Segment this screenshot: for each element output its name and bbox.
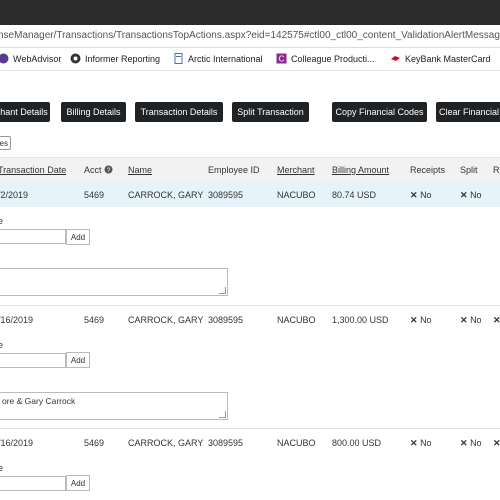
code-input[interactable] — [0, 353, 66, 368]
table-header: Transaction Date Acct ? Name Employee ID… — [0, 157, 500, 182]
document-icon — [173, 53, 184, 64]
transaction-details-button[interactable]: Transaction Details — [135, 102, 223, 122]
cell-split: ✕ No — [460, 438, 482, 449]
split-value: No — [470, 438, 482, 448]
header-split: Split — [460, 165, 478, 175]
svg-text:?: ? — [107, 167, 111, 174]
bookmark-webadvisor[interactable]: WebAdvisor — [0, 53, 61, 64]
add-button[interactable]: Add — [66, 229, 90, 245]
bookmark-label: KeyBank MasterCard — [405, 53, 491, 64]
cell-name: CARROCK, GARY — [128, 438, 204, 448]
cell-acct: 5469 — [84, 438, 105, 448]
cell-acct: 5469 — [84, 315, 105, 325]
merchant-details-button[interactable]: hant Details — [0, 102, 50, 122]
header-transaction-date[interactable]: Transaction Date — [0, 165, 66, 175]
x-icon: ✕ — [460, 190, 468, 200]
header-billing-amount[interactable]: Billing Amount — [332, 165, 389, 175]
bookmark-arctic-international[interactable]: Arctic International — [173, 53, 263, 64]
cell-receipts: ✕ No — [410, 190, 432, 201]
header-merchant[interactable]: Merchant — [277, 165, 315, 175]
cell-employee-id: 3089595 — [208, 315, 244, 325]
header-acct: Acct ? — [84, 165, 113, 175]
bookmark-label: Arctic International — [188, 53, 263, 64]
bookmark-label: WebAdvisor — [13, 53, 62, 64]
cell-name: CARROCK, GARY — [128, 190, 204, 200]
header-acct-label: Acct — [84, 165, 102, 175]
cell-date: /16/2019 — [0, 438, 34, 448]
x-icon: ✕ — [493, 438, 500, 448]
add-button[interactable]: Add — [66, 475, 90, 491]
resize-grip-icon[interactable] — [219, 287, 226, 294]
note-textarea[interactable] — [0, 268, 228, 296]
resize-grip-icon[interactable] — [219, 411, 226, 418]
table-row[interactable]: /16/2019 5469 CARROCK, GARY 3089595 NACU… — [0, 429, 500, 455]
copy-financial-codes-button[interactable]: Copy Financial Codes — [332, 102, 427, 122]
address-bar[interactable]: nseManager/Transactions/TransactionsTopA… — [0, 25, 500, 48]
field-label: e — [0, 216, 4, 226]
add-button[interactable]: Add — [66, 352, 90, 368]
note-text: ore & Gary Carrock — [2, 396, 76, 406]
note-textarea[interactable]: ore & Gary Carrock — [0, 392, 228, 420]
clear-financial-button[interactable]: Clear Financial — [436, 102, 500, 122]
receipts-value: No — [420, 438, 432, 448]
header-receipts: Receipts — [410, 165, 446, 175]
help-icon[interactable]: ? — [104, 165, 113, 175]
cell-date: /2/2019 — [0, 190, 29, 200]
cell-name: CARROCK, GARY — [128, 315, 204, 325]
bookmark-label: Colleague Producti... — [291, 53, 375, 64]
billing-details-button[interactable]: Billing Details — [61, 102, 126, 122]
table-row[interactable]: /16/2019 5469 CARROCK, GARY 3089595 NACU… — [0, 306, 500, 332]
code-input[interactable] — [0, 476, 66, 491]
cell-r: ✕ — [493, 438, 500, 449]
cell-split: ✕ No — [460, 315, 482, 326]
cell-amount: 1,300.00 USD — [332, 315, 389, 325]
browser-titlebar — [0, 0, 500, 25]
cell-merchant: NACUBO — [277, 315, 316, 325]
header-r: R — [493, 165, 500, 175]
bookmark-informer-reporting[interactable]: Informer Reporting — [70, 53, 160, 64]
x-icon: ✕ — [460, 438, 468, 448]
receipts-value: No — [420, 190, 432, 200]
svg-text:C: C — [279, 55, 285, 64]
bookmark-label: Informer Reporting — [85, 53, 161, 64]
cell-amount: 800.00 USD — [332, 438, 382, 448]
colleague-icon: C — [276, 53, 287, 64]
x-icon: ✕ — [460, 315, 468, 325]
cell-merchant: NACUBO — [277, 190, 316, 200]
page-size-select[interactable]: es — [0, 136, 11, 150]
code-input[interactable] — [0, 229, 66, 244]
cell-receipts: ✕ No — [410, 438, 432, 449]
bookmark-keybank[interactable]: KeyBank MasterCard — [390, 53, 491, 64]
webadvisor-icon — [0, 53, 9, 64]
field-label: e — [0, 340, 4, 350]
cell-employee-id: 3089595 — [208, 438, 244, 448]
x-icon: ✕ — [410, 190, 418, 200]
cell-split: ✕ No — [460, 190, 482, 201]
cell-receipts: ✕ No — [410, 315, 432, 326]
split-value: No — [470, 190, 482, 200]
x-icon: ✕ — [410, 438, 418, 448]
bookmark-colleague[interactable]: C Colleague Producti... — [276, 53, 375, 64]
cell-acct: 5469 — [84, 190, 105, 200]
cell-r: ✕ — [493, 315, 500, 326]
cell-date: /16/2019 — [0, 315, 34, 325]
cell-amount: 80.74 USD — [332, 190, 377, 200]
x-icon: ✕ — [493, 315, 500, 325]
keybank-icon — [390, 53, 401, 64]
field-label: e — [0, 463, 4, 473]
split-transaction-button[interactable]: Split Transaction — [232, 102, 309, 122]
cell-employee-id: 3089595 — [208, 190, 244, 200]
url-text[interactable]: nseManager/Transactions/TransactionsTopA… — [0, 30, 500, 41]
header-name[interactable]: Name — [128, 165, 152, 175]
x-icon: ✕ — [410, 315, 418, 325]
split-value: No — [470, 315, 482, 325]
table-row[interactable]: /2/2019 5469 CARROCK, GARY 3089595 NACUB… — [0, 181, 500, 207]
receipts-value: No — [420, 315, 432, 325]
cell-merchant: NACUBO — [277, 438, 316, 448]
bookmarks-bar: WebAdvisor Informer Reporting Arctic Int… — [0, 48, 500, 71]
header-employee-id: Employee ID — [208, 165, 260, 175]
globe-icon — [70, 53, 81, 64]
